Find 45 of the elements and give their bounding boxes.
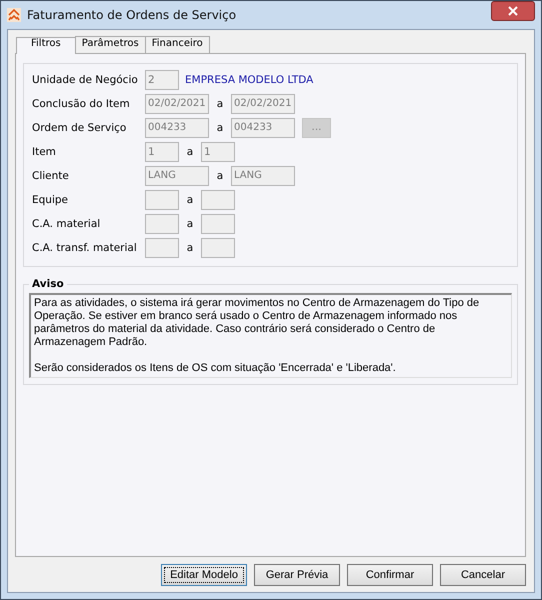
- input-field[interactable]: [201, 238, 235, 258]
- input-field[interactable]: LANG: [231, 166, 295, 186]
- range-separator: a: [186, 218, 194, 230]
- input-field[interactable]: 2: [145, 70, 179, 90]
- input-field[interactable]: [201, 190, 235, 210]
- input-field[interactable]: 1: [145, 142, 179, 162]
- field-label: Item: [32, 146, 57, 158]
- dialog-button[interactable]: Gerar Prévia: [254, 564, 340, 586]
- input-field[interactable]: LANG: [145, 166, 209, 186]
- input-field[interactable]: [145, 238, 179, 258]
- close-button[interactable]: [491, 1, 535, 21]
- input-field[interactable]: 004233: [145, 118, 209, 138]
- field-label: Ordem de Serviço: [32, 122, 128, 134]
- tab[interactable]: Filtros: [16, 37, 76, 54]
- field-label: Cliente: [32, 170, 70, 182]
- input-field[interactable]: 02/02/2021: [145, 94, 209, 114]
- input-field[interactable]: [145, 214, 179, 234]
- field-label: Equipe: [32, 194, 69, 206]
- input-field[interactable]: [145, 190, 179, 210]
- close-icon: [508, 6, 518, 16]
- range-separator: a: [216, 170, 224, 182]
- input-field[interactable]: 02/02/2021: [231, 94, 295, 114]
- input-field[interactable]: [201, 214, 235, 234]
- field-label: C.A. material: [32, 218, 102, 230]
- range-separator: a: [216, 122, 224, 134]
- field-label: Conclusão do Item: [32, 98, 131, 110]
- notice-text: Serão considerados os Itens de OS com situação 'Encerrada' e 'Liberada'.: [34, 362, 397, 375]
- dialog-button[interactable]: Confirmar: [347, 564, 433, 586]
- field-label: C.A. transf. material: [32, 242, 138, 254]
- app-icon: [7, 8, 21, 22]
- dialog-button[interactable]: Editar Modelo: [161, 564, 247, 586]
- range-separator: a: [186, 242, 194, 254]
- dialog-button[interactable]: Cancelar: [440, 564, 526, 586]
- company-name: EMPRESA MODELO LTDA: [185, 74, 314, 86]
- tab[interactable]: Financeiro: [144, 36, 210, 53]
- group-title: Aviso: [29, 278, 67, 290]
- field-label: Unidade de Negócio: [32, 74, 139, 86]
- input-field[interactable]: 004233: [231, 118, 295, 138]
- input-field[interactable]: 1: [201, 142, 235, 162]
- range-separator: a: [186, 194, 194, 206]
- range-separator: a: [186, 146, 194, 158]
- lookup-button[interactable]: ...: [302, 118, 331, 138]
- notice-text: Para as atividades, o sistema irá gerar movimentos no Centro de Armazenagem do Tipo de Operação. Se estiver em branco será usado o Centro de Armazenagem informado nos parâmetros do material da atividade. Caso contrário será considerado o Centro de Armazenagem Padrão.: [34, 297, 480, 349]
- range-separator: a: [216, 98, 224, 110]
- window-title: Faturamento de Ordens de Serviço: [27, 8, 238, 22]
